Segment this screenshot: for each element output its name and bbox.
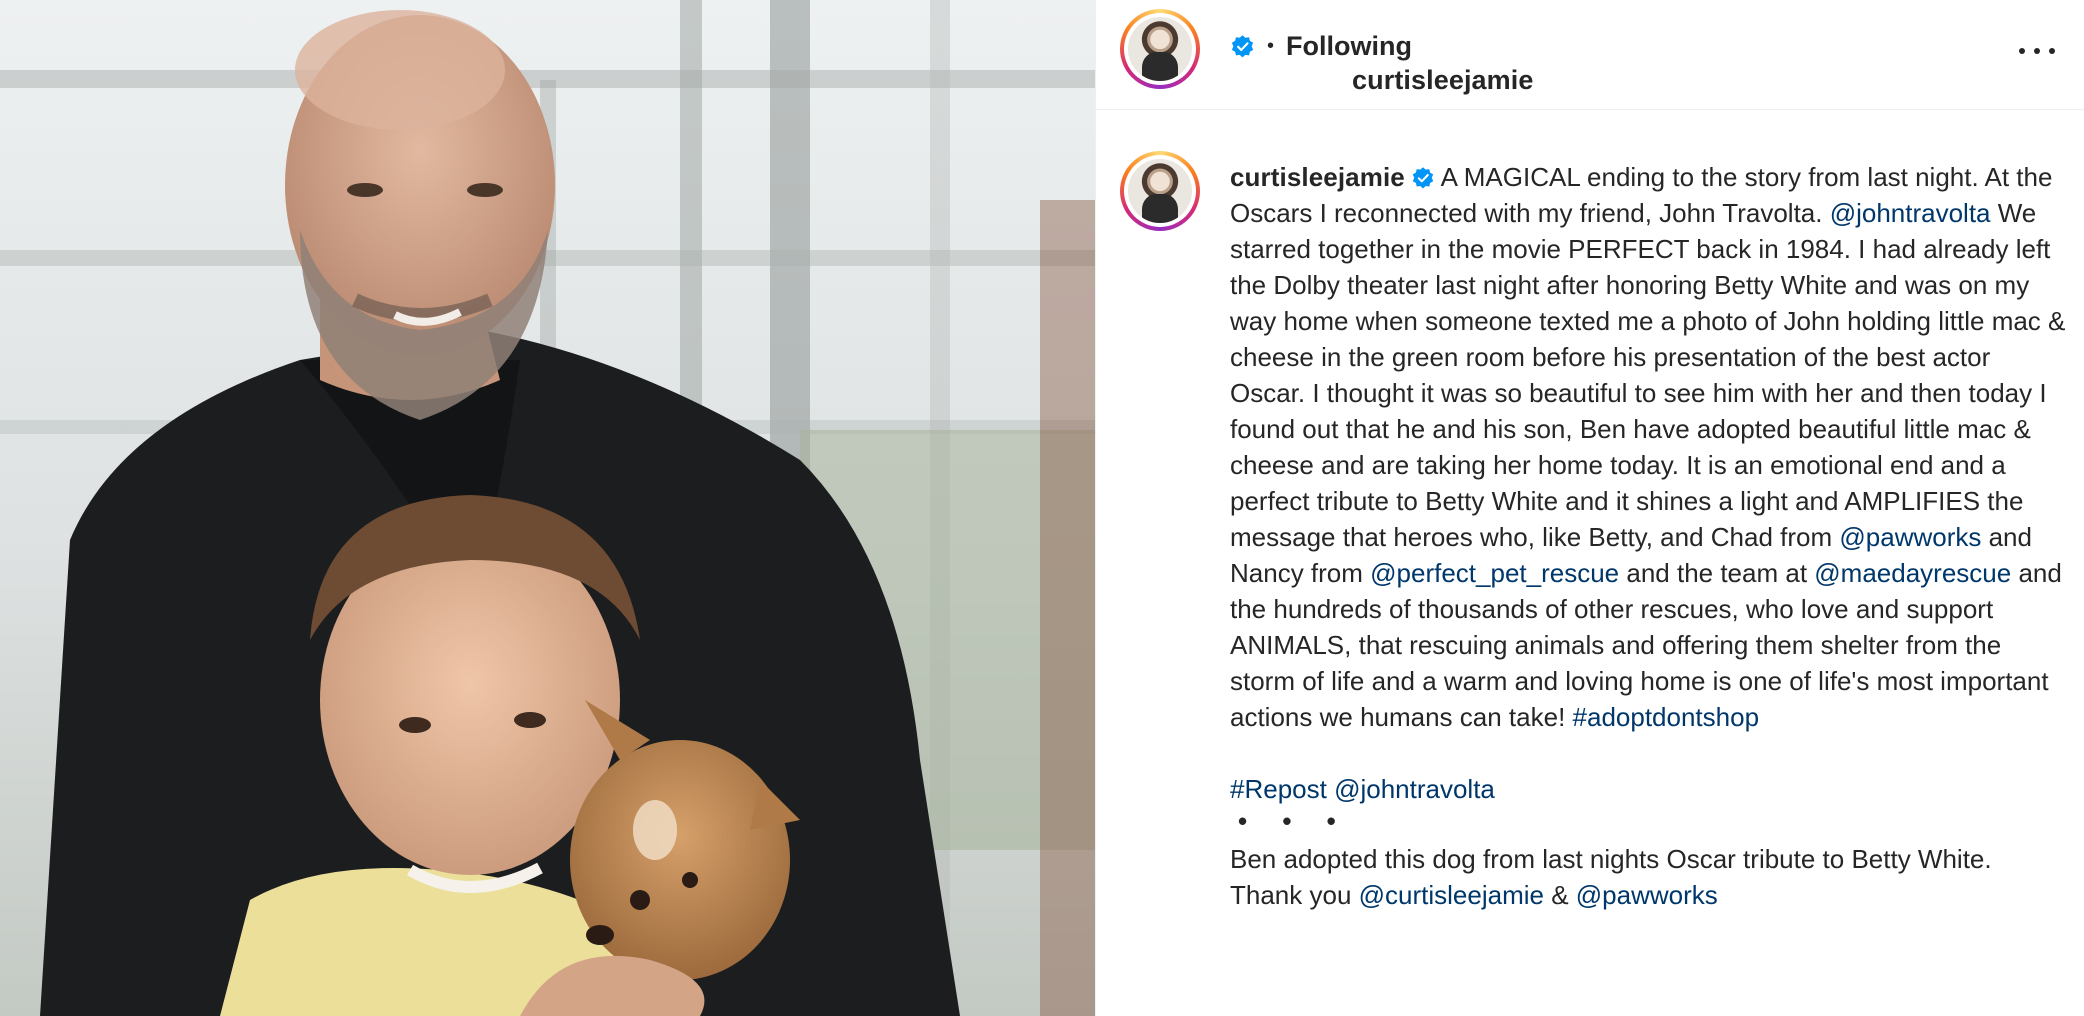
mention-johntravolta-repost-link[interactable]: @johntravolta: [1334, 774, 1495, 804]
mention-perfect-pet-rescue-link[interactable]: @perfect_pet_rescue: [1370, 558, 1619, 588]
caption-text-4: and the team at: [1619, 558, 1815, 588]
post-header: curtisleejamie • Following: [1096, 0, 2084, 110]
mention-pawworks-repost-link[interactable]: @pawworks: [1576, 880, 1718, 910]
hashtag-repost-link[interactable]: #Repost: [1230, 774, 1327, 804]
mention-johntravolta-link[interactable]: @johntravolta: [1830, 198, 1991, 228]
post-photo[interactable]: [0, 0, 1095, 1016]
caption-author-avatar[interactable]: [1120, 151, 1200, 231]
post-caption: curtisleejamie A MAGICAL ending to the s…: [1230, 159, 2070, 913]
repost-text-paragraph: Ben adopted this dog from last nights Os…: [1230, 841, 2070, 913]
mention-maedayrescue-link[interactable]: @maedayrescue: [1814, 558, 2011, 588]
more-options-icon[interactable]: [2019, 36, 2055, 66]
author-avatar[interactable]: [1120, 9, 1200, 89]
avatar-image: [1128, 17, 1192, 81]
verified-badge-icon: [1412, 167, 1434, 189]
caption-text-2: We starred together in the movie PERFECT…: [1230, 198, 2066, 552]
following-button[interactable]: Following: [1286, 31, 1412, 62]
header-author-line: curtisleejamie • Following: [1224, 31, 1533, 95]
repost-line: #Repost @johntravolta: [1230, 771, 2070, 807]
caption-dots: • • •: [1238, 806, 1350, 836]
verified-badge-icon: [1231, 35, 1254, 58]
author-username[interactable]: curtisleejamie: [1352, 65, 1534, 96]
photo-illustration: [0, 0, 1095, 1016]
hashtag-adoptdontshop-link[interactable]: #adoptdontshop: [1573, 702, 1760, 732]
post-details-panel: curtisleejamie • Following curtisleejami…: [1095, 0, 2084, 1016]
mention-curtisleejamie-link[interactable]: @curtisleejamie: [1359, 880, 1544, 910]
mention-pawworks-link[interactable]: @pawworks: [1839, 522, 1981, 552]
avatar-image: [1128, 159, 1192, 223]
instagram-post: curtisleejamie • Following curtisleejami…: [0, 0, 2084, 1016]
header-separator: •: [1267, 35, 1275, 57]
repost-ampersand: &: [1543, 880, 1576, 910]
caption-main-paragraph: curtisleejamie A MAGICAL ending to the s…: [1230, 159, 2070, 735]
caption-username[interactable]: curtisleejamie: [1230, 162, 1405, 192]
